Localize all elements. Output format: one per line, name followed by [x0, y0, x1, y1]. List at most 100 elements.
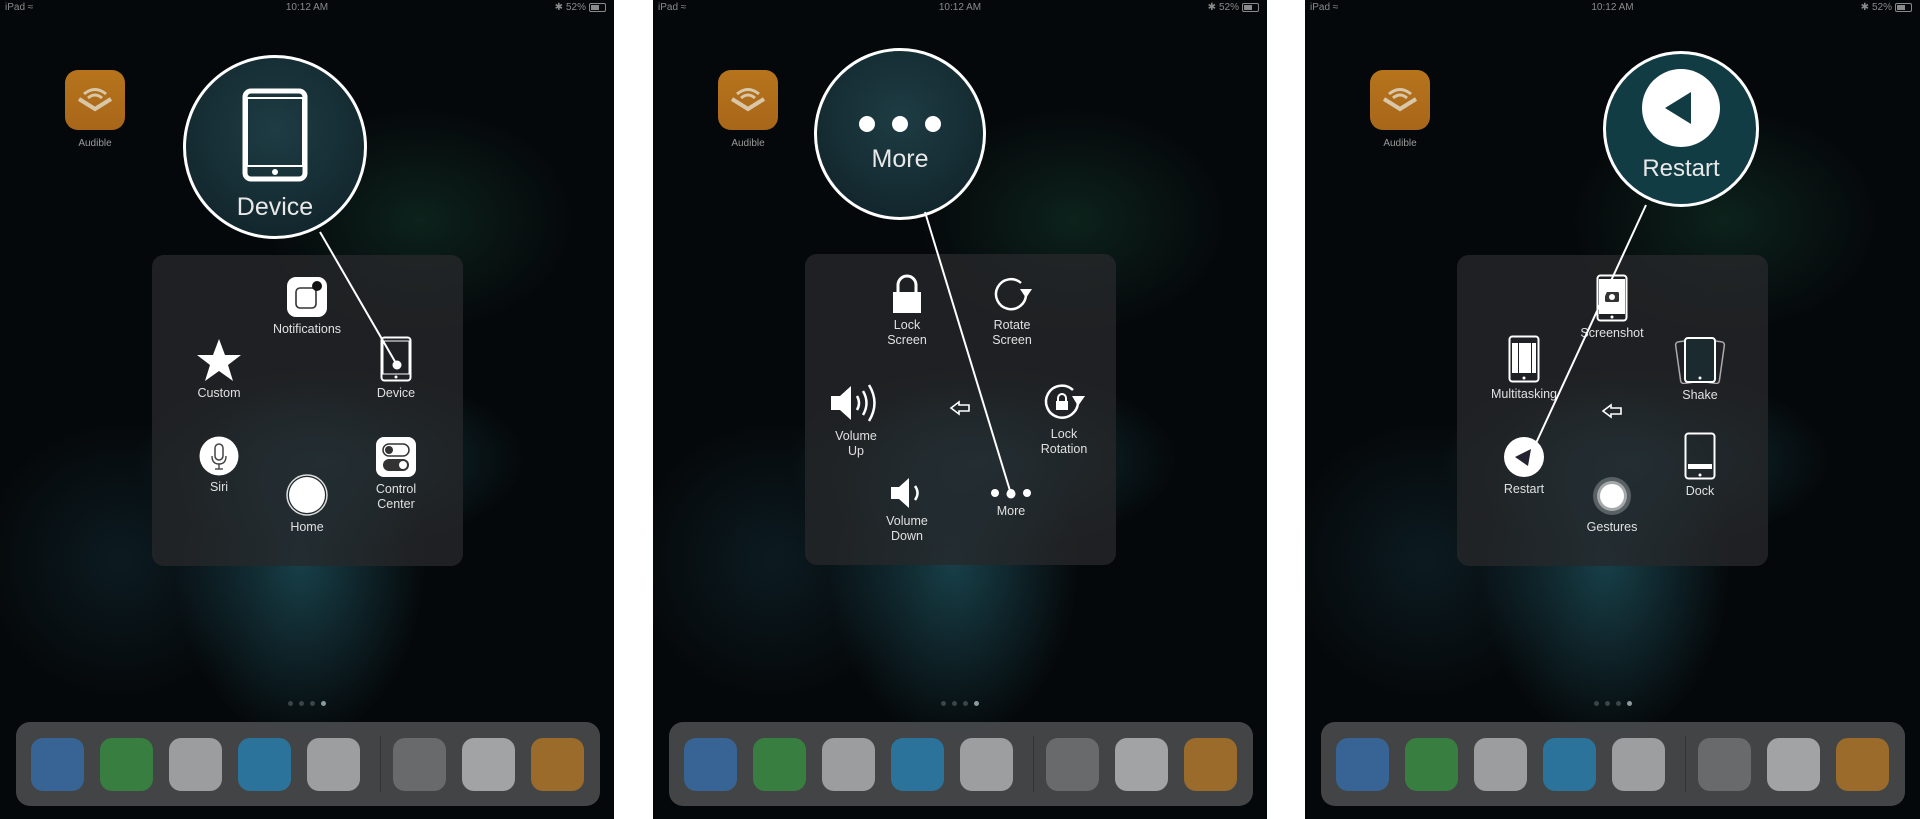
menu-item-label: Dock [1685, 484, 1715, 498]
battery-icon [1895, 3, 1912, 12]
dock-separator [1685, 736, 1686, 792]
dock-app-messages[interactable] [753, 738, 806, 791]
dock-app-skype[interactable] [238, 738, 291, 791]
menu-item-gestures[interactable]: Gestures [1562, 476, 1662, 535]
dock-app-files[interactable] [307, 738, 360, 791]
dock-icon [1684, 432, 1716, 480]
dock-app-audible[interactable] [1836, 738, 1889, 791]
app-icon-audible[interactable]: Audible [1370, 70, 1430, 149]
dock-app-audible[interactable] [1184, 738, 1237, 791]
dock-app-photos[interactable] [1115, 738, 1168, 791]
menu-item-volume-down[interactable]: Volume Down [857, 476, 957, 544]
callout-magnifier: More [814, 48, 986, 220]
menu-item-multitasking[interactable]: Multitasking [1474, 335, 1574, 402]
menu-item-notifications[interactable]: Notifications [257, 276, 357, 337]
screen-panel-restart: iPad ≈ 10:12 AM ✱ 52% Audible Restart Scr… [1305, 0, 1920, 819]
volume-down-icon [891, 478, 919, 508]
dock [1321, 722, 1905, 806]
back-button[interactable] [945, 400, 975, 420]
dock-app-messenger[interactable] [822, 738, 875, 791]
page-indicator[interactable] [1305, 701, 1920, 706]
menu-item-label: Volume Up [835, 429, 877, 458]
audible-icon [1370, 70, 1430, 130]
multitasking-icon [1508, 335, 1540, 383]
dock-app-messenger[interactable] [1474, 738, 1527, 791]
back-arrow-icon [949, 400, 970, 416]
menu-item-label: More [996, 504, 1026, 518]
dock [669, 722, 1253, 806]
dock-app-safari[interactable] [1336, 738, 1389, 791]
dock-separator [1033, 736, 1034, 792]
dock-app-messenger[interactable] [169, 738, 222, 791]
app-icon-audible[interactable]: Audible [718, 70, 778, 149]
page-indicator[interactable] [0, 701, 614, 706]
callout-magnifier: Device [183, 55, 367, 239]
app-label: Audible [1383, 138, 1417, 149]
dock-app-files[interactable] [960, 738, 1013, 791]
dock [16, 722, 600, 806]
menu-item-control-center[interactable]: Control Center [346, 436, 446, 512]
menu-item-screenshot[interactable]: Screenshot [1562, 274, 1662, 341]
dock-app-photos[interactable] [462, 738, 515, 791]
dock-app-files[interactable] [1612, 738, 1665, 791]
menu-item-label: Screenshot [1580, 326, 1644, 340]
menu-item-shake[interactable]: Shake [1650, 336, 1750, 403]
ipad-icon [380, 336, 412, 382]
more-dots-icon [859, 116, 941, 132]
menu-item-custom[interactable]: Custom [169, 338, 269, 401]
lock-rotation-icon [1044, 384, 1085, 419]
panel-divider [615, 0, 653, 819]
dock-app-messages[interactable] [1405, 738, 1458, 791]
notifications-icon [287, 277, 327, 317]
dock-app-settings[interactable] [393, 738, 446, 791]
menu-item-lock-rotation[interactable]: Lock Rotation [1014, 381, 1114, 457]
menu-item-lock-screen[interactable]: Lock Screen [857, 274, 957, 348]
bluetooth-icon: ✱ [1860, 2, 1869, 13]
menu-item-label: Home [290, 520, 324, 534]
menu-item-home[interactable]: Home [257, 474, 357, 535]
dock-app-skype[interactable] [891, 738, 944, 791]
microphone-icon [199, 436, 239, 476]
dock-app-photos[interactable] [1767, 738, 1820, 791]
bluetooth-icon: ✱ [1207, 2, 1216, 13]
menu-item-restart[interactable]: Restart [1474, 436, 1574, 497]
dock-app-audible[interactable] [531, 738, 584, 791]
menu-item-label: Volume Down [886, 514, 928, 543]
page-indicator[interactable] [653, 701, 1267, 706]
callout-label: Restart [1642, 155, 1720, 182]
menu-item-label: Restart [1503, 482, 1545, 496]
callout-magnifier: Restart [1603, 51, 1759, 207]
menu-item-dock[interactable]: Dock [1650, 432, 1750, 499]
menu-item-rotate-screen[interactable]: Rotate Screen [962, 274, 1062, 348]
bluetooth-icon: ✱ [554, 2, 563, 13]
back-button[interactable] [1597, 403, 1627, 423]
toggles-icon [376, 437, 416, 477]
menu-item-label: Multitasking [1491, 387, 1557, 401]
battery-icon [589, 3, 606, 12]
dock-app-settings[interactable] [1046, 738, 1099, 791]
dock-app-messages[interactable] [100, 738, 153, 791]
dock-separator [380, 736, 381, 792]
menu-item-label: Notifications [272, 322, 342, 336]
menu-item-volume-up[interactable]: Volume Up [806, 381, 906, 459]
menu-item-label: Device [376, 386, 416, 400]
menu-item-device[interactable]: Device [346, 336, 446, 401]
gestures-icon [1593, 477, 1631, 515]
rotate-icon [994, 278, 1032, 311]
status-bar: iPad ≈ 10:12 AM ✱ 52% [653, 0, 1267, 16]
dock-app-skype[interactable] [1543, 738, 1596, 791]
battery-icon [1242, 3, 1259, 12]
dock-app-safari[interactable] [31, 738, 84, 791]
dock-app-safari[interactable] [684, 738, 737, 791]
clock: 10:12 AM [1591, 2, 1634, 13]
menu-item-label: Control Center [375, 482, 417, 511]
menu-item-more[interactable]: More [961, 486, 1061, 519]
dock-app-settings[interactable] [1698, 738, 1751, 791]
lock-icon [893, 274, 921, 313]
menu-item-label: Lock Screen [887, 318, 927, 347]
menu-item-label: Gestures [1586, 520, 1638, 534]
menu-item-siri[interactable]: Siri [169, 436, 269, 495]
app-icon-audible[interactable]: Audible [65, 70, 125, 149]
app-label: Audible [78, 138, 112, 149]
restart-icon [1504, 437, 1544, 477]
